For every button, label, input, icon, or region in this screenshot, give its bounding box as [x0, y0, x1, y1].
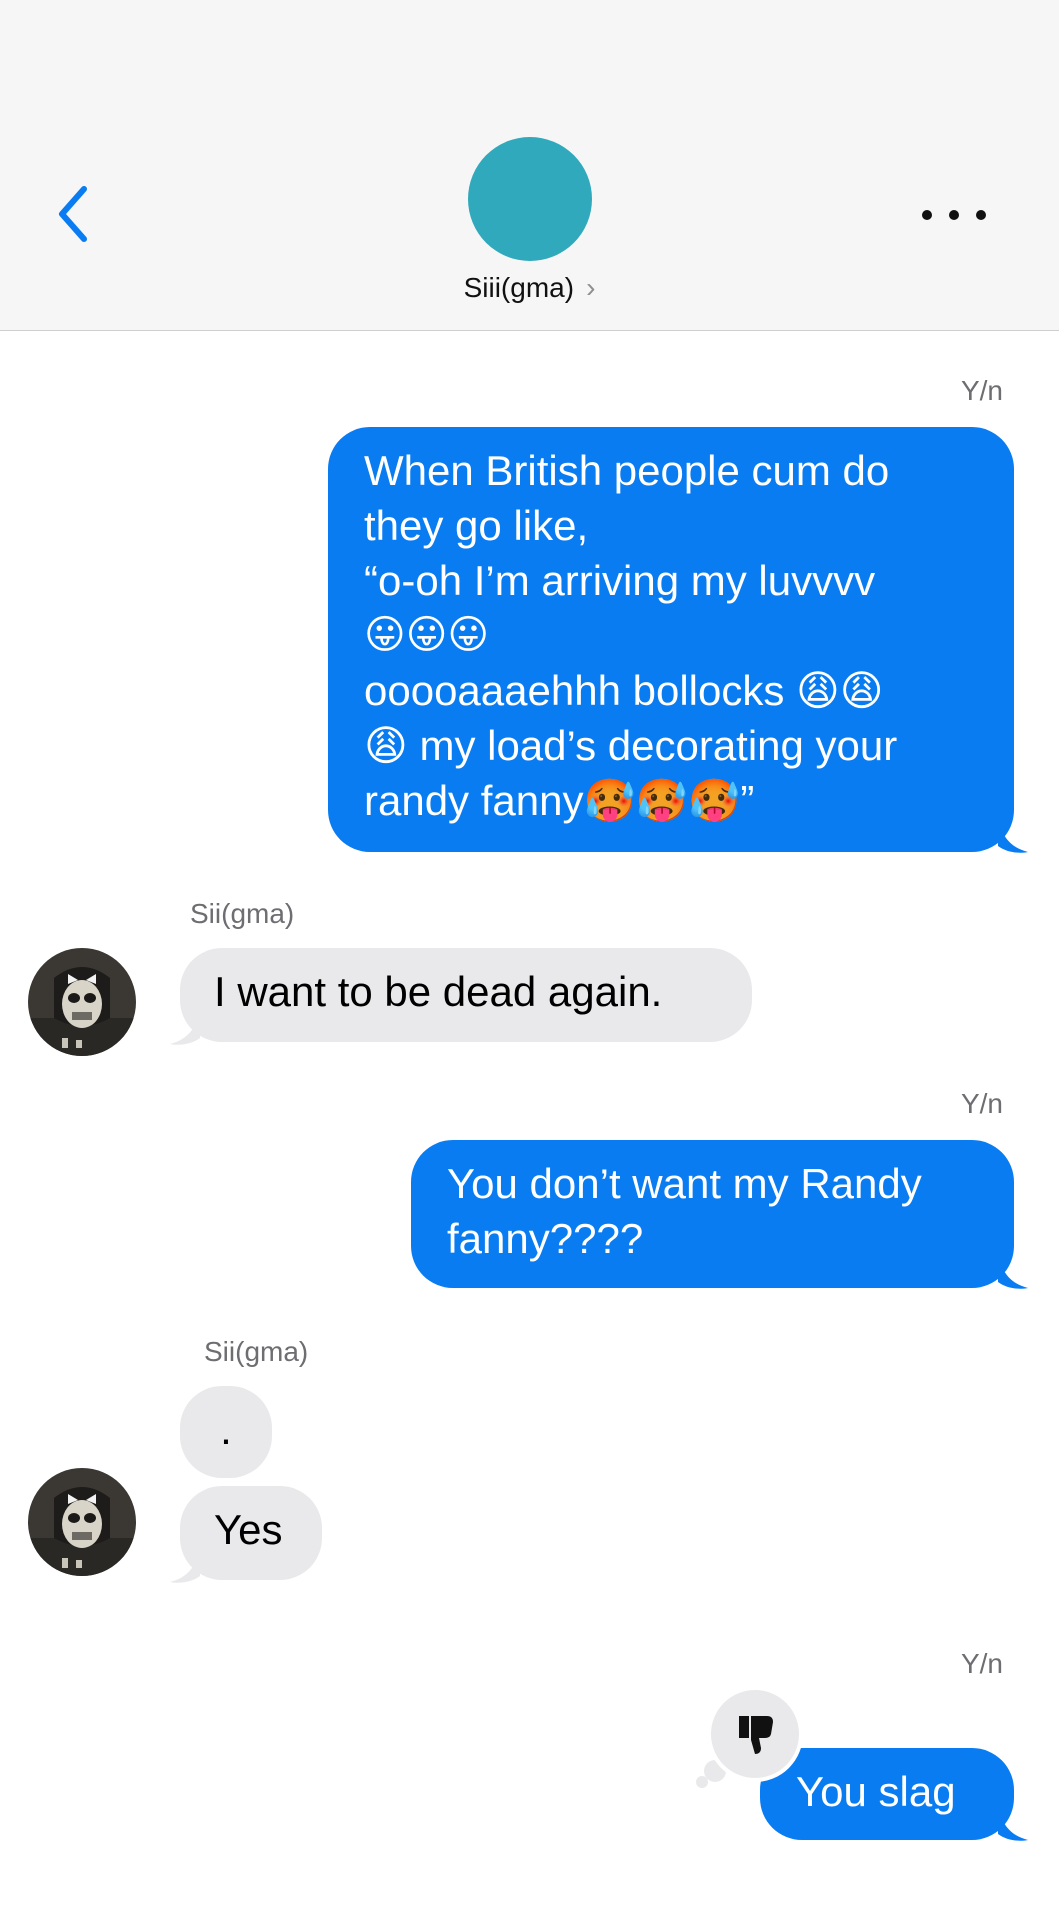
- sender-label: Y/n: [960, 375, 1003, 406]
- message-text: Yes: [214, 1506, 283, 1553]
- bubble-tail: [170, 1010, 200, 1045]
- sender-label: Y/n: [960, 1648, 1003, 1679]
- message-bubble-outgoing[interactable]: You don’t want my Randy fanny????: [411, 1140, 1014, 1288]
- message-bubble-outgoing[interactable]: When British people cum do they go like,…: [328, 427, 1014, 852]
- back-button[interactable]: [48, 182, 98, 246]
- tapback-reaction[interactable]: [707, 1686, 803, 1782]
- message-text: .: [220, 1406, 232, 1453]
- ellipsis-icon-dot: [949, 210, 959, 220]
- skull-mask-avatar-icon: [28, 1468, 136, 1576]
- skull-mask-avatar-icon: [28, 948, 136, 1056]
- contact-name: Siii(gma): [463, 272, 575, 303]
- message-line: fanny????: [447, 1215, 644, 1262]
- message-bubble-outgoing[interactable]: You slag: [760, 1748, 1014, 1840]
- message-bubble-incoming[interactable]: I want to be dead again.: [180, 948, 752, 1042]
- chevron-left-icon: [59, 186, 87, 242]
- ellipsis-icon-dot: [976, 210, 986, 220]
- chevron-right-icon: ›: [586, 272, 596, 303]
- bubble-tail: [998, 818, 1028, 853]
- message-line: “o-oh I’m arriving my luvvvv: [364, 557, 876, 604]
- message-text: You slag: [796, 1768, 956, 1815]
- message-line: ooooaaaehhh bollocks 😩😩: [364, 667, 884, 714]
- message-line: When British people cum do: [364, 447, 890, 494]
- message-line: 😩 my load’s decorating your: [364, 722, 898, 769]
- sender-label: Sii(gma): [204, 1336, 309, 1367]
- more-options-button[interactable]: [922, 200, 986, 230]
- bubble-tail: [998, 1254, 1028, 1289]
- message-bubble-incoming[interactable]: .: [180, 1386, 272, 1478]
- ellipsis-icon-dot: [922, 210, 932, 220]
- bubble-tail: [170, 1548, 200, 1583]
- bubble-tail: [998, 1806, 1028, 1841]
- message-line: they go like,: [364, 502, 589, 549]
- reaction-tail-dot: [696, 1776, 708, 1788]
- thumbs-down-icon: [739, 1716, 773, 1754]
- sender-label: Y/n: [960, 1088, 1003, 1119]
- message-line: 😛😛😛: [364, 612, 490, 658]
- message-line: randy fanny🥵🥵🥵”: [364, 777, 755, 824]
- message-line: You don’t want my Randy: [447, 1160, 922, 1207]
- avatar[interactable]: [28, 1468, 136, 1576]
- message-text: I want to be dead again.: [214, 968, 663, 1015]
- conversation-header: Siii(gma) ›: [0, 0, 1059, 331]
- sender-label: Sii(gma): [190, 898, 295, 929]
- message-bubble-incoming[interactable]: Yes: [180, 1486, 322, 1580]
- contact-name-button[interactable]: Siii(gma) ›: [0, 272, 1059, 304]
- avatar[interactable]: [28, 948, 136, 1056]
- contact-avatar[interactable]: [468, 137, 592, 261]
